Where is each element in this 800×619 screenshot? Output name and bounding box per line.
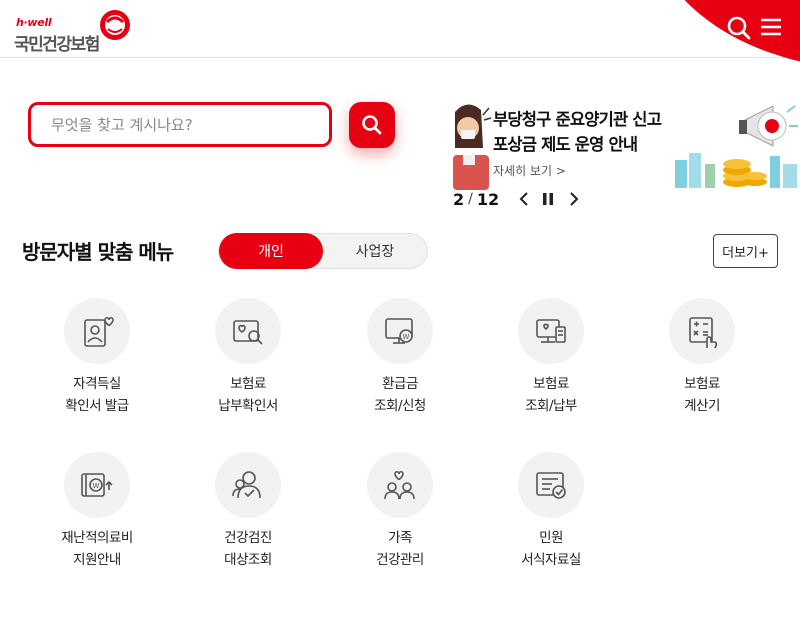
menu-label: 보험료 납부확인서 bbox=[218, 376, 278, 414]
menu-label: 보험료 계산기 bbox=[684, 376, 720, 414]
menu-item-premium-calculator[interactable]: 보험료 계산기 bbox=[637, 298, 767, 423]
woman-reporter-illustration bbox=[453, 104, 492, 190]
pause-icon bbox=[543, 193, 553, 205]
menu-label: 건강검진 대상조회 bbox=[224, 530, 272, 568]
calculator-hand-icon bbox=[689, 317, 718, 349]
menu-icon-circle bbox=[64, 298, 130, 364]
more-menu-button[interactable]: 더보기+ bbox=[713, 234, 778, 268]
menu-label: 민원 서식자료실 bbox=[521, 530, 581, 568]
logo-emblem-icon bbox=[100, 10, 130, 40]
site-logo[interactable]: h·well 국민건강보험 bbox=[14, 8, 134, 55]
section-title: 방문자별 맞춤 메뉴 bbox=[22, 240, 174, 264]
header-search-button[interactable] bbox=[725, 14, 753, 42]
menu-item-eligibility-certificate[interactable]: 자격득실 확인서 발급 bbox=[32, 298, 162, 423]
megaphone-coins-illustration bbox=[675, 105, 798, 188]
search-icon bbox=[362, 115, 382, 135]
computer-document-icon bbox=[536, 319, 566, 343]
header-menu-button[interactable] bbox=[757, 14, 785, 42]
banner-pause-button[interactable] bbox=[539, 190, 557, 208]
tab-business[interactable]: 사업장 bbox=[323, 233, 427, 269]
menu-icon-circle: W bbox=[367, 298, 433, 364]
chevron-right-icon bbox=[570, 192, 579, 206]
menu-item-civil-forms[interactable]: 민원 서식자료실 bbox=[486, 452, 616, 577]
banner-title: 부당청구 준요양기관 신고 포상금 제도 운영 안내 bbox=[493, 107, 662, 157]
menu-icon-circle bbox=[215, 452, 281, 518]
menu-item-health-checkup-target[interactable]: 건강검진 대상조회 bbox=[183, 452, 313, 577]
menu-label: 환급금 조회/신청 bbox=[374, 376, 426, 414]
menu-item-premium-inquiry-payment[interactable]: 보험료 조회/납부 bbox=[486, 298, 616, 423]
document-search-icon bbox=[233, 320, 263, 345]
svg-text:W: W bbox=[93, 482, 100, 490]
banner-more-link[interactable]: 자세히 보기 > bbox=[493, 162, 566, 179]
banner-pager: 2 / 12 bbox=[453, 188, 579, 210]
site-header: h·well 국민건강보험 bbox=[0, 0, 800, 70]
menu-icon-circle bbox=[518, 452, 584, 518]
form-document-icon bbox=[536, 472, 566, 499]
menu-icon-circle bbox=[215, 298, 281, 364]
pager-current: 2 bbox=[453, 189, 465, 209]
search-icon bbox=[727, 16, 751, 40]
menu-item-premium-payment-certificate[interactable]: 보험료 납부확인서 bbox=[183, 298, 313, 423]
menu-label: 재난적의료비 지원안내 bbox=[61, 530, 133, 568]
menu-label: 보험료 조회/납부 bbox=[525, 376, 577, 414]
menu-icon-circle bbox=[669, 298, 735, 364]
banner-next-button[interactable] bbox=[565, 190, 583, 208]
hamburger-menu-icon bbox=[761, 18, 781, 36]
menu-item-refund-inquiry[interactable]: W 환급금 조회/신청 bbox=[335, 298, 465, 423]
family-heart-icon bbox=[384, 470, 415, 500]
monitor-won-icon: W bbox=[385, 318, 413, 344]
svg-text:W: W bbox=[403, 333, 410, 341]
logo-name: 국민건강보험 bbox=[14, 35, 100, 55]
logo-tagline: h·well bbox=[16, 16, 52, 29]
chevron-left-icon bbox=[519, 192, 528, 206]
menu-icon-circle bbox=[518, 298, 584, 364]
pager-total: 12 bbox=[476, 189, 500, 209]
menu-label: 가족 건강관리 bbox=[376, 530, 424, 568]
menu-icon-circle: W bbox=[64, 452, 130, 518]
tab-personal[interactable]: 개인 bbox=[219, 233, 323, 269]
banner-title-line1: 부당청구 준요양기관 신고 bbox=[493, 110, 662, 129]
pager-separator: / bbox=[468, 191, 473, 207]
banner-prev-button[interactable] bbox=[515, 190, 533, 208]
menu-item-family-health[interactable]: 가족 건강관리 bbox=[335, 452, 465, 577]
menu-item-catastrophic-medical-support[interactable]: W 재난적의료비 지원안내 bbox=[32, 452, 162, 577]
visitor-type-toggle: 개인 사업장 bbox=[218, 233, 428, 269]
search-submit-button[interactable] bbox=[349, 102, 395, 148]
people-check-icon bbox=[232, 471, 261, 499]
menu-label: 자격득실 확인서 발급 bbox=[65, 376, 129, 414]
search-field bbox=[28, 102, 332, 147]
id-card-heart-icon bbox=[84, 316, 114, 347]
menu-icon-circle bbox=[367, 452, 433, 518]
won-support-icon: W bbox=[81, 473, 113, 497]
banner-title-line2: 포상금 제도 운영 안내 bbox=[493, 135, 638, 154]
search-input[interactable] bbox=[31, 105, 329, 144]
promo-banner[interactable]: 부당청구 준요양기관 신고 포상금 제도 운영 안내 자세히 보기 > bbox=[453, 98, 800, 190]
